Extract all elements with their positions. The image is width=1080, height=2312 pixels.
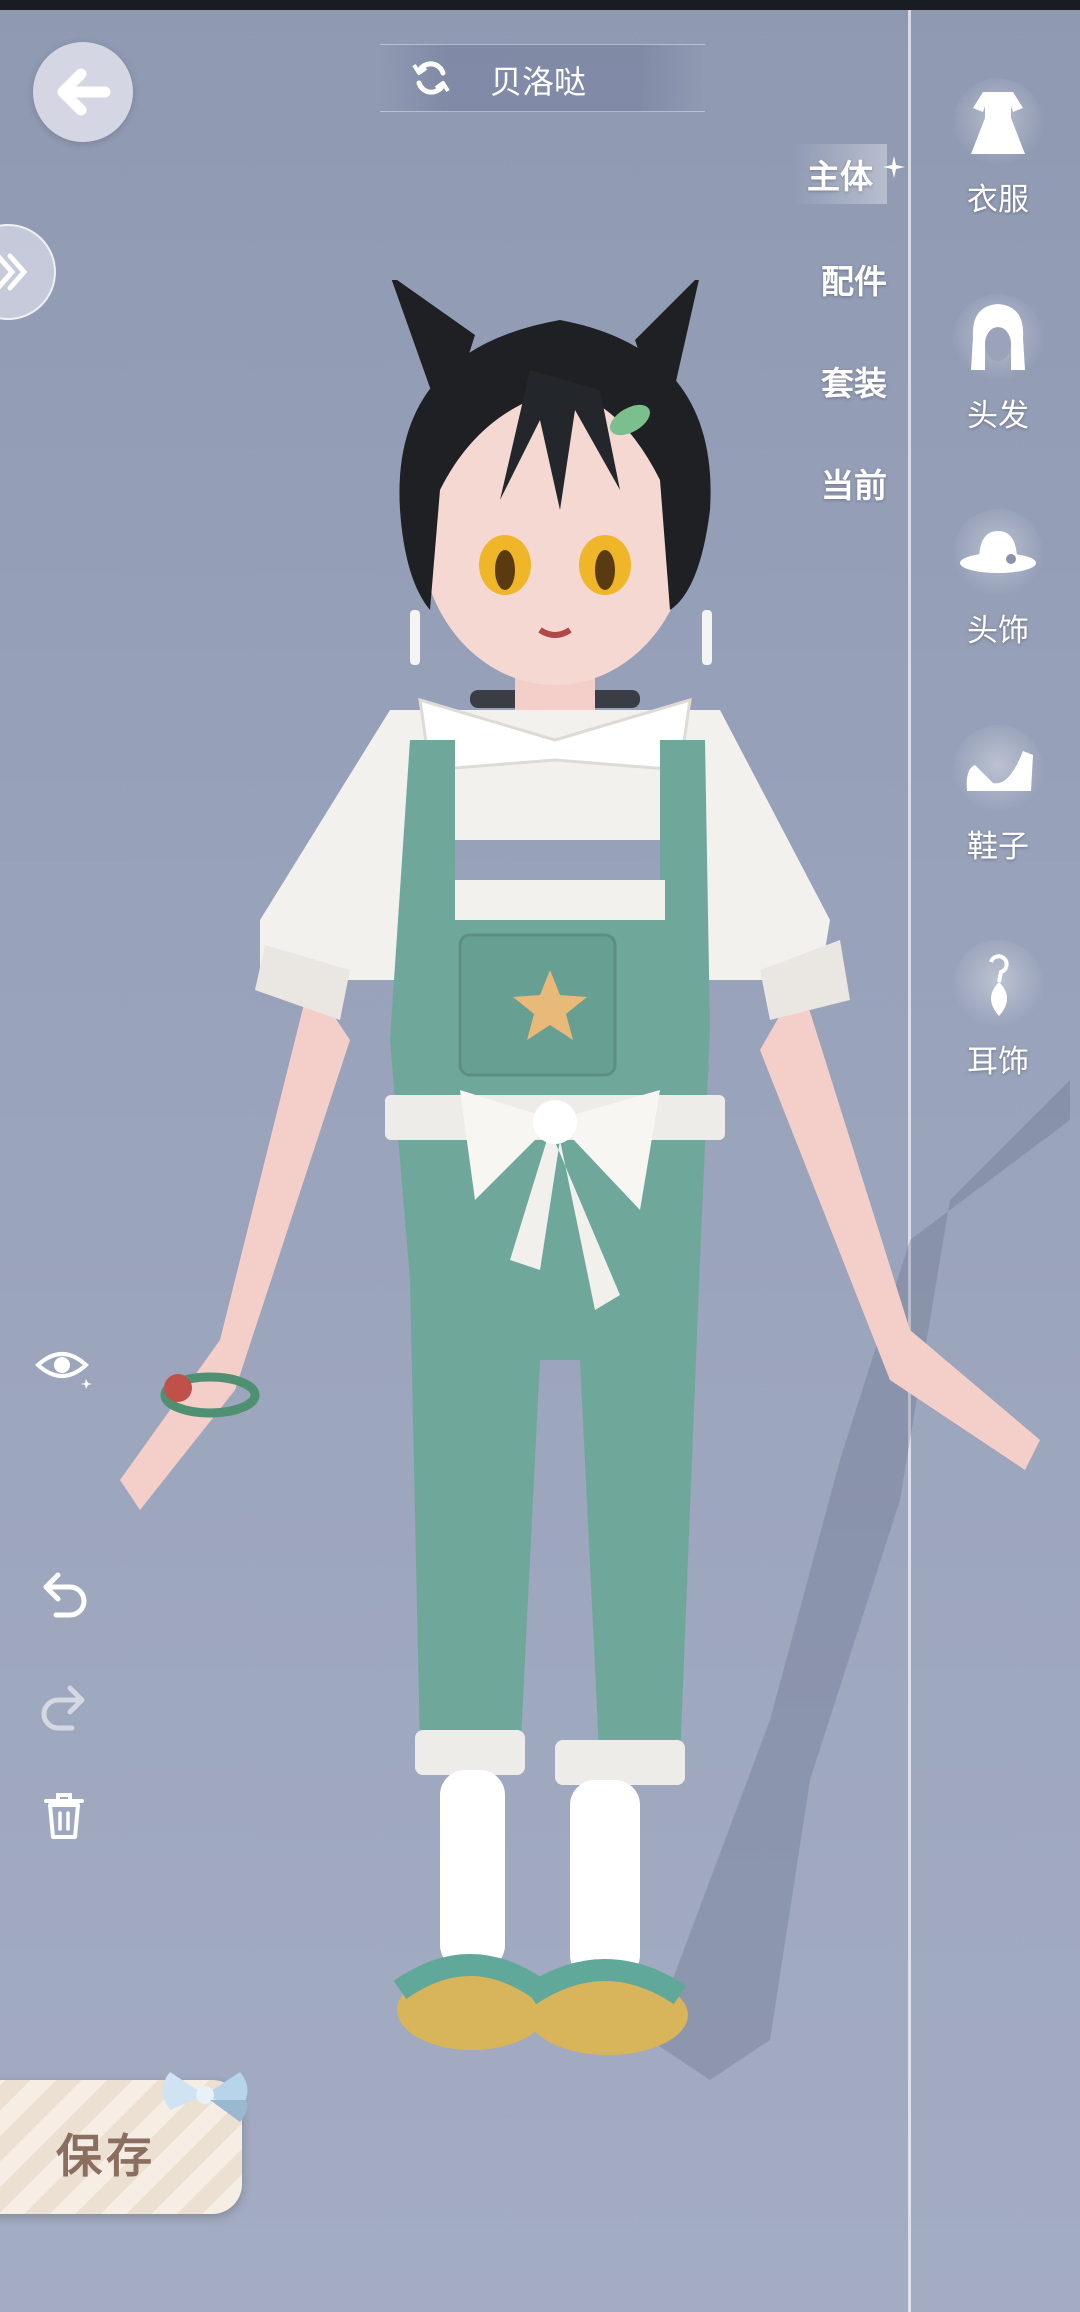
- save-button-label: 保存: [56, 2129, 156, 2183]
- shoe-icon: [966, 751, 1033, 791]
- category-shoes[interactable]: 鞋子: [940, 725, 1056, 866]
- category-shoes-label: 鞋子: [967, 829, 1029, 865]
- category-clothes[interactable]: 衣服: [940, 78, 1056, 219]
- expand-panel-button[interactable]: [0, 224, 56, 320]
- undo-icon: [43, 1572, 87, 1618]
- category-hair-label: 头发: [967, 398, 1029, 434]
- category-headwear[interactable]: 头饰: [940, 509, 1056, 650]
- subtab-current-label: 当前: [821, 466, 887, 505]
- character-name: 贝洛哒: [490, 63, 587, 101]
- category-headwear-label: 头饰: [967, 613, 1029, 649]
- redo-icon: [41, 1685, 85, 1731]
- category-earrings[interactable]: 耳饰: [940, 940, 1056, 1081]
- redo-button[interactable]: [34, 1678, 94, 1738]
- refresh-icon[interactable]: [410, 57, 452, 99]
- dress-icon: [971, 92, 1025, 154]
- double-chevron-right-icon: [0, 253, 28, 291]
- earring-icon: [989, 954, 1009, 1016]
- back-button[interactable]: [33, 42, 133, 142]
- status-bar: [0, 0, 1080, 10]
- hat-icon: [960, 531, 1036, 573]
- subtab-outfits[interactable]: 套装: [821, 357, 887, 405]
- character-avatar[interactable]: [60, 280, 1070, 2130]
- undo-button[interactable]: [34, 1565, 94, 1625]
- category-clothes-label: 衣服: [967, 182, 1029, 218]
- trash-icon: [44, 1793, 84, 1839]
- subtab-accessories-label: 配件: [821, 262, 887, 301]
- sparkle-icon: [883, 156, 905, 178]
- hair-icon: [971, 304, 1025, 370]
- subtab-outfits-label: 套装: [821, 364, 887, 403]
- bow-decoration-icon: [162, 2072, 248, 2122]
- arrow-left-icon: [57, 68, 111, 116]
- character-name-bar[interactable]: 贝洛哒: [380, 44, 705, 112]
- category-earrings-label: 耳饰: [967, 1044, 1029, 1080]
- category-hair[interactable]: 头发: [940, 294, 1056, 435]
- subtab-main-label: 主体: [807, 157, 873, 196]
- subtab-accessories[interactable]: 配件: [821, 255, 887, 303]
- subtab-current[interactable]: 当前: [821, 459, 887, 507]
- delete-button[interactable]: [34, 1785, 94, 1845]
- subtab-main[interactable]: 主体: [793, 144, 905, 204]
- eye-icon: [35, 1352, 92, 1389]
- toggle-visibility-button[interactable]: [34, 1335, 94, 1395]
